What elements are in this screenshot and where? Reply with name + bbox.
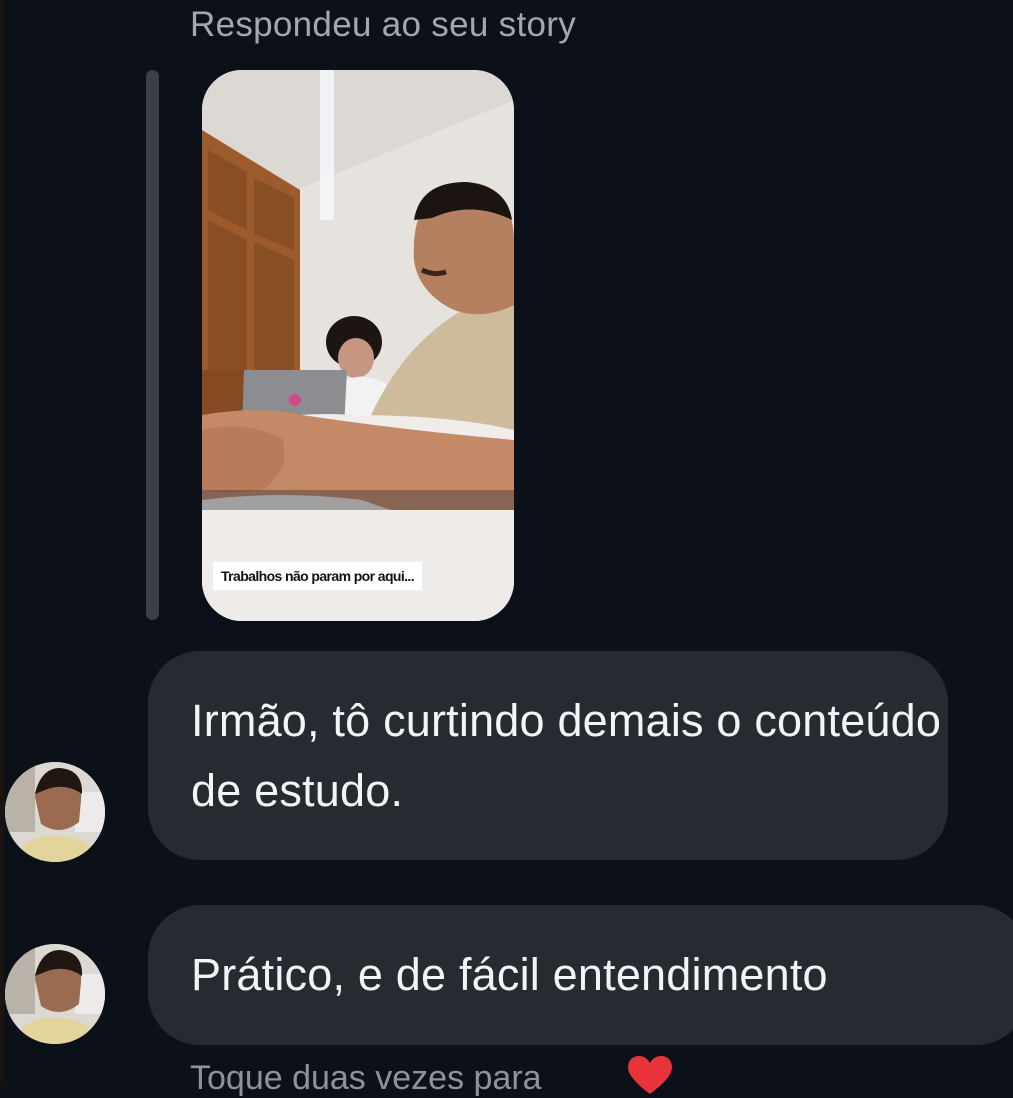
story-caption: Trabalhos não param por aqui... (213, 562, 422, 590)
message-text: Irmão, tô curtindo demais o conteúdo de … (191, 695, 942, 816)
avatar-image (5, 944, 105, 1044)
message-bubble[interactable]: Irmão, tô curtindo demais o conteúdo de … (148, 651, 948, 860)
reply-indicator-bar (146, 70, 159, 620)
sender-avatar[interactable] (5, 944, 105, 1044)
story-thumbnail[interactable] (202, 70, 514, 621)
message-bubble[interactable]: Prático, e de fácil entendimento (148, 905, 1013, 1045)
screen-edge (0, 0, 4, 1083)
heart-icon[interactable] (628, 1056, 672, 1096)
story-reply-label: Respondeu ao seu story (190, 5, 577, 44)
message-text: Prático, e de fácil entendimento (191, 949, 828, 1000)
double-tap-hint: Toque duas vezes para (190, 1059, 542, 1097)
story-image (202, 70, 514, 621)
avatar-image (5, 762, 105, 862)
sender-avatar[interactable] (5, 762, 105, 862)
